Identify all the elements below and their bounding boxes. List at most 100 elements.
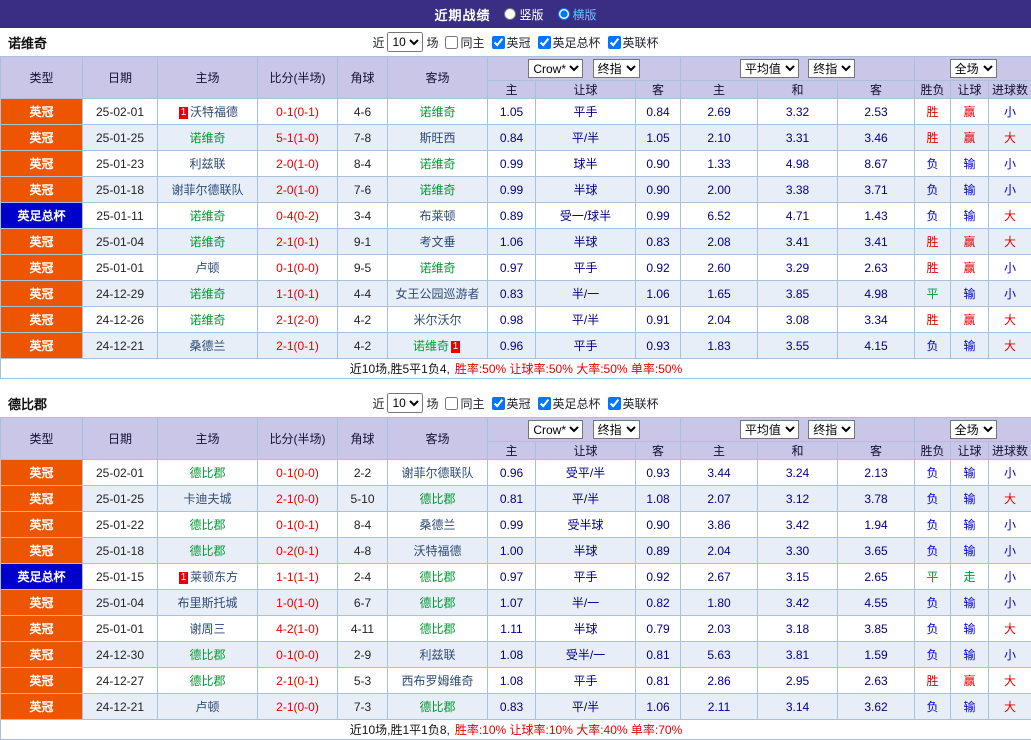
team-name[interactable]: 诺维奇: [419, 183, 455, 197]
score-cell[interactable]: 0-1(0-1): [258, 99, 338, 125]
score-cell[interactable]: 2-0(1-0): [258, 177, 338, 203]
score-cell[interactable]: 0-1(0-0): [258, 642, 338, 668]
score-cell[interactable]: 2-1(0-0): [258, 486, 338, 512]
team-name[interactable]: 利兹联: [189, 157, 225, 171]
fulltime-select[interactable]: 全场: [950, 59, 997, 78]
team-name[interactable]: 利兹联: [419, 648, 455, 662]
score-cell[interactable]: 4-2(1-0): [258, 616, 338, 642]
team-name[interactable]: 德比郡: [189, 674, 225, 688]
competition-cell[interactable]: 英冠: [1, 486, 83, 512]
competition-cell[interactable]: 英冠: [1, 668, 83, 694]
score-cell[interactable]: 0-1(0-0): [258, 255, 338, 281]
competition-cell[interactable]: 英足总杯: [1, 203, 83, 229]
competition-cell[interactable]: 英冠: [1, 151, 83, 177]
team-name[interactable]: 谢菲尔德联队: [401, 466, 473, 480]
team-name[interactable]: 莱顿东方: [190, 570, 238, 584]
team-name[interactable]: 德比郡: [419, 622, 455, 636]
team-name[interactable]: 卡迪夫城: [183, 492, 231, 506]
eflcup-checkbox[interactable]: [608, 397, 621, 410]
layout-horizontal-option[interactable]: 横版: [558, 6, 597, 23]
layout-vertical-option[interactable]: 竖版: [504, 6, 543, 23]
competition-cell[interactable]: 英冠: [1, 307, 83, 333]
score-cell[interactable]: 0-2(0-1): [258, 538, 338, 564]
league-filter[interactable]: 英冠: [492, 395, 531, 412]
team-name[interactable]: 诺维奇: [189, 235, 225, 249]
competition-cell[interactable]: 英冠: [1, 642, 83, 668]
odds-company-select[interactable]: Crow*: [528, 59, 583, 78]
team-name[interactable]: 卢顿: [195, 261, 219, 275]
competition-cell[interactable]: 英冠: [1, 616, 83, 642]
competition-cell[interactable]: 英冠: [1, 333, 83, 359]
team-name[interactable]: 沃特福德: [190, 105, 238, 119]
team-name[interactable]: 沃特福德: [413, 544, 461, 558]
facup-checkbox[interactable]: [538, 36, 551, 49]
facup-checkbox[interactable]: [538, 397, 551, 410]
team-name[interactable]: 谢周三: [189, 622, 225, 636]
team-name[interactable]: 德比郡: [419, 700, 455, 714]
ah-final-select[interactable]: 终指: [593, 59, 640, 78]
competition-cell[interactable]: 英冠: [1, 460, 83, 486]
facup-filter[interactable]: 英足总杯: [538, 34, 601, 51]
ah-final-select[interactable]: 终指: [593, 420, 640, 439]
team-name[interactable]: 德比郡: [189, 518, 225, 532]
odds-company-select[interactable]: Crow*: [528, 420, 583, 439]
eu-average-select[interactable]: 平均值: [740, 420, 799, 439]
eflcup-filter[interactable]: 英联杯: [608, 34, 659, 51]
team-name[interactable]: 考文垂: [419, 235, 455, 249]
score-cell[interactable]: 0-4(0-2): [258, 203, 338, 229]
score-cell[interactable]: 0-1(0-1): [258, 512, 338, 538]
same-home-checkbox[interactable]: [445, 397, 458, 410]
eu-final-select[interactable]: 终指: [808, 59, 855, 78]
competition-cell[interactable]: 英冠: [1, 255, 83, 281]
team-name[interactable]: 德比郡: [419, 570, 455, 584]
score-cell[interactable]: 0-1(0-0): [258, 460, 338, 486]
team-name[interactable]: 德比郡: [189, 648, 225, 662]
team-name[interactable]: 米尔沃尔: [413, 313, 461, 327]
score-cell[interactable]: 2-1(0-1): [258, 668, 338, 694]
team-name[interactable]: 西布罗姆维奇: [401, 674, 473, 688]
competition-cell[interactable]: 英冠: [1, 99, 83, 125]
team-name[interactable]: 诺维奇: [189, 287, 225, 301]
score-cell[interactable]: 2-1(0-0): [258, 694, 338, 720]
eflcup-filter[interactable]: 英联杯: [608, 395, 659, 412]
score-cell[interactable]: 1-0(1-0): [258, 590, 338, 616]
competition-cell[interactable]: 英冠: [1, 538, 83, 564]
team-name[interactable]: 诺维奇: [413, 339, 449, 353]
competition-cell[interactable]: 英足总杯: [1, 564, 83, 590]
team-name[interactable]: 桑德兰: [189, 339, 225, 353]
eflcup-checkbox[interactable]: [608, 36, 621, 49]
rounds-select[interactable]: 10: [387, 32, 423, 52]
team-name[interactable]: 德比郡: [189, 466, 225, 480]
score-cell[interactable]: 2-0(1-0): [258, 151, 338, 177]
competition-cell[interactable]: 英冠: [1, 512, 83, 538]
team-name[interactable]: 诺维奇: [189, 313, 225, 327]
eu-average-select[interactable]: 平均值: [740, 59, 799, 78]
team-name[interactable]: 诺维奇: [419, 105, 455, 119]
team-name[interactable]: 布莱顿: [419, 209, 455, 223]
competition-cell[interactable]: 英冠: [1, 229, 83, 255]
eu-final-select[interactable]: 终指: [808, 420, 855, 439]
vertical-radio[interactable]: [504, 8, 516, 20]
same-home-filter[interactable]: 同主: [445, 395, 484, 412]
team-name[interactable]: 诺维奇: [419, 157, 455, 171]
team-name[interactable]: 斯旺西: [419, 131, 455, 145]
team-name[interactable]: 德比郡: [419, 492, 455, 506]
score-cell[interactable]: 5-1(1-0): [258, 125, 338, 151]
team-name[interactable]: 卢顿: [195, 700, 219, 714]
score-cell[interactable]: 2-1(0-1): [258, 333, 338, 359]
score-cell[interactable]: 2-1(0-1): [258, 229, 338, 255]
team-name[interactable]: 谢菲尔德联队: [171, 183, 243, 197]
league-filter[interactable]: 英冠: [492, 34, 531, 51]
team-name[interactable]: 布里斯托城: [177, 596, 237, 610]
fulltime-select[interactable]: 全场: [950, 420, 997, 439]
same-home-checkbox[interactable]: [445, 36, 458, 49]
score-cell[interactable]: 1-1(0-1): [258, 281, 338, 307]
score-cell[interactable]: 1-1(1-1): [258, 564, 338, 590]
competition-cell[interactable]: 英冠: [1, 177, 83, 203]
league-checkbox[interactable]: [492, 397, 505, 410]
score-cell[interactable]: 2-1(2-0): [258, 307, 338, 333]
competition-cell[interactable]: 英冠: [1, 590, 83, 616]
horizontal-radio[interactable]: [558, 8, 570, 20]
rounds-select[interactable]: 10: [387, 393, 423, 413]
team-name[interactable]: 德比郡: [419, 596, 455, 610]
